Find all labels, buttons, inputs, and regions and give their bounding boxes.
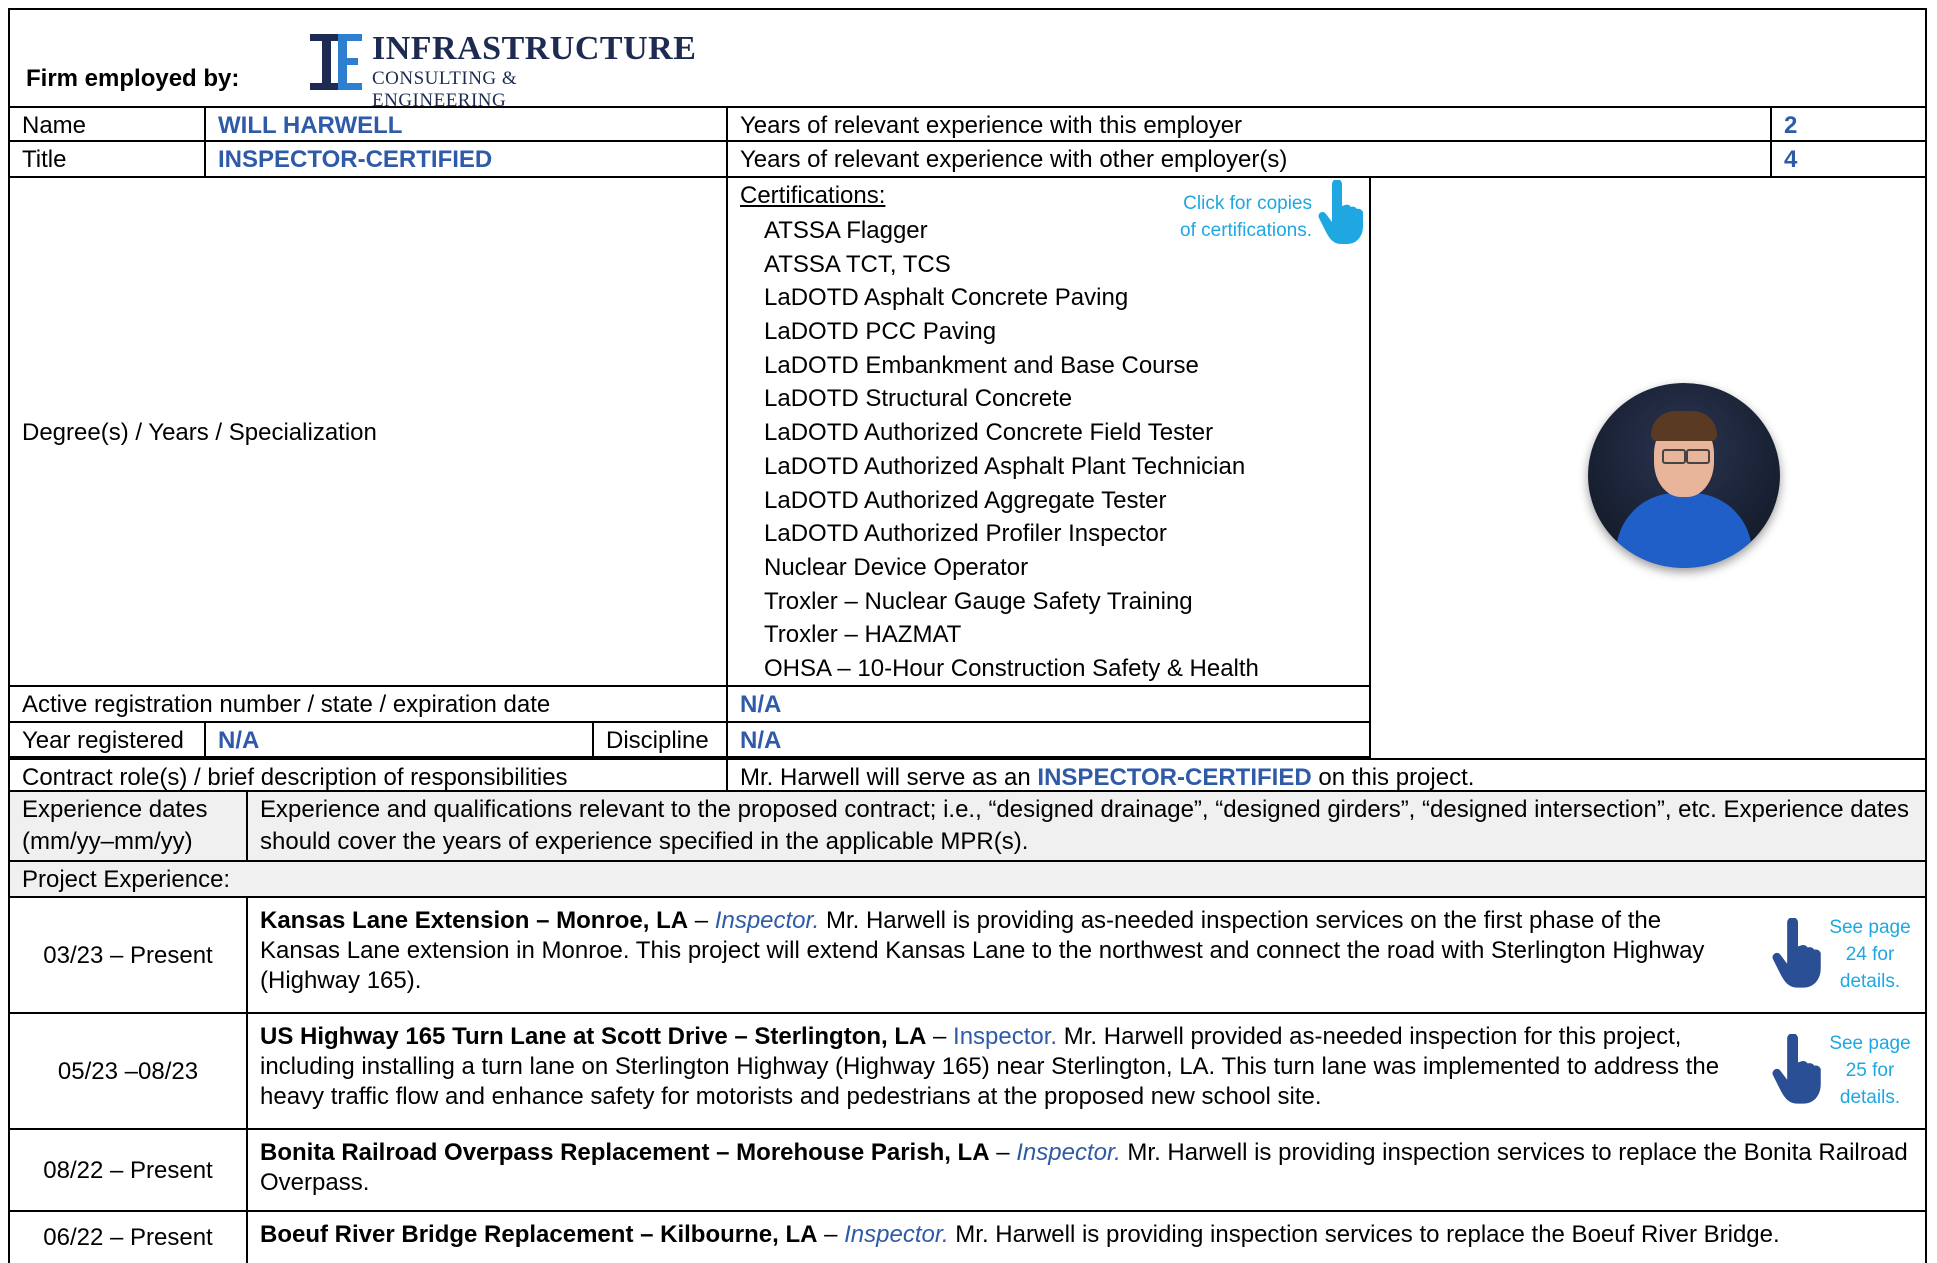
cert-item: OHSA – 10-Hour Construction Safety & Hea… (764, 654, 1259, 682)
cert-item: LaDOTD Embankment and Base Course (764, 351, 1199, 379)
project-description: Boeuf River Bridge Replacement – Kilbour… (248, 1212, 1927, 1263)
years-other-value: 4 (1772, 142, 1927, 178)
contract-role-suffix: on this project. (1311, 764, 1475, 791)
cert-item: LaDOTD PCC Paving (764, 318, 997, 346)
title-label: Title (8, 142, 206, 178)
pointing-hand-icon[interactable] (1772, 918, 1824, 990)
project-role: Inspector. (844, 1221, 949, 1248)
year-registered-label: Year registered (8, 723, 206, 758)
years-other-label: Years of relevant experience with other … (728, 142, 1772, 178)
logo-sub-text: CONSULTING & ENGINEERING (372, 68, 518, 111)
firm-header: Firm employed by: INFRASTRUCTURE CONSULT… (8, 8, 1927, 111)
certifications-list: ATSSA Flagger ATSSA TCT, TCS LaDOTD Asph… (764, 214, 1259, 686)
cert-item: LaDOTD Asphalt Concrete Paving (764, 284, 1129, 312)
name-label: Name (8, 108, 206, 142)
pointing-hand-icon[interactable] (1772, 1034, 1824, 1106)
employee-photo (1588, 383, 1780, 568)
project-dates: 08/22 – Present (8, 1130, 248, 1212)
cert-item: LaDOTD Authorized Profiler Inspector (764, 520, 1167, 548)
pointing-hand-icon[interactable] (1318, 180, 1366, 246)
cert-item: Troxler – Nuclear Gauge Safety Training (764, 587, 1193, 615)
project-role: Inspector. (1016, 1139, 1121, 1166)
registration-value: N/A (728, 687, 1371, 723)
project-title: US Highway 165 Turn Lane at Scott Drive … (260, 1023, 927, 1050)
project-title: Boeuf River Bridge Replacement – Kilbour… (260, 1221, 818, 1248)
experience-description: Experience and qualifications relevant t… (248, 792, 1927, 862)
project-description: Bonita Railroad Overpass Replacement – M… (248, 1130, 1927, 1212)
project-experience-label: Project Experience: (8, 862, 1927, 898)
project-dates: 06/22 – Present (8, 1212, 248, 1263)
cert-item: Troxler – HAZMAT (764, 621, 962, 649)
certifications-title: Certifications: (740, 182, 886, 209)
cert-item: LaDOTD Authorized Asphalt Plant Technici… (764, 452, 1246, 480)
name-value: WILL HARWELL (206, 108, 728, 142)
years-this-label: Years of relevant experience with this e… (728, 108, 1772, 142)
project-title: Kansas Lane Extension – Monroe, LA (260, 907, 689, 934)
contract-role-prefix: Mr. Harwell will serve as an (740, 764, 1038, 791)
year-registered-value: N/A (206, 723, 594, 758)
certifications-link[interactable]: Click for copies of certifications. (1168, 190, 1312, 244)
registration-label: Active registration number / state / exp… (8, 687, 728, 723)
project-description: Kansas Lane Extension – Monroe, LA – Ins… (248, 898, 1927, 1014)
cert-item: ATSSA TCT, TCS (764, 250, 951, 278)
separator: – (989, 1139, 1017, 1166)
contract-role-highlight: INSPECTOR-CERTIFIED (1037, 764, 1312, 791)
cert-item: LaDOTD Authorized Aggregate Tester (764, 486, 1167, 514)
years-this-value: 2 (1772, 108, 1927, 142)
logo-main-text: INFRASTRUCTURE (372, 30, 697, 67)
logo-mark-icon (310, 34, 362, 90)
experience-dates-label: Experience dates (mm/yy–mm/yy) (8, 792, 248, 862)
degree-label: Degree(s) / Years / Specialization (8, 178, 728, 687)
contract-role-value: Mr. Harwell will serve as an INSPECTOR-C… (728, 758, 1927, 792)
title-value: INSPECTOR-CERTIFIED (206, 142, 728, 178)
project-description: US Highway 165 Turn Lane at Scott Drive … (248, 1014, 1927, 1130)
project-dates: 03/23 – Present (8, 898, 248, 1014)
cert-item: LaDOTD Authorized Concrete Field Tester (764, 419, 1214, 447)
discipline-value: N/A (728, 723, 1371, 758)
see-page-link[interactable]: See page 24 for details. (1820, 914, 1920, 995)
project-title: Bonita Railroad Overpass Replacement – M… (260, 1139, 990, 1166)
company-logo: INFRASTRUCTURE CONSULTING & ENGINEERING (310, 30, 696, 111)
cert-item: LaDOTD Structural Concrete (764, 385, 1073, 413)
separator: – (926, 1023, 954, 1050)
project-dates: 05/23 –08/23 (8, 1014, 248, 1130)
project-role: Inspector. (714, 907, 820, 934)
project-role: Inspector. (953, 1023, 1058, 1050)
cert-item: Nuclear Device Operator (764, 553, 1029, 581)
contract-role-label: Contract role(s) / brief description of … (8, 758, 728, 792)
firm-label: Firm employed by: (26, 65, 240, 92)
discipline-label: Discipline (594, 723, 728, 758)
separator: – (817, 1221, 845, 1248)
separator: – (688, 907, 715, 934)
project-text: Mr. Harwell is providing inspection serv… (948, 1221, 1780, 1248)
see-page-link[interactable]: See page 25 for details. (1820, 1030, 1920, 1111)
